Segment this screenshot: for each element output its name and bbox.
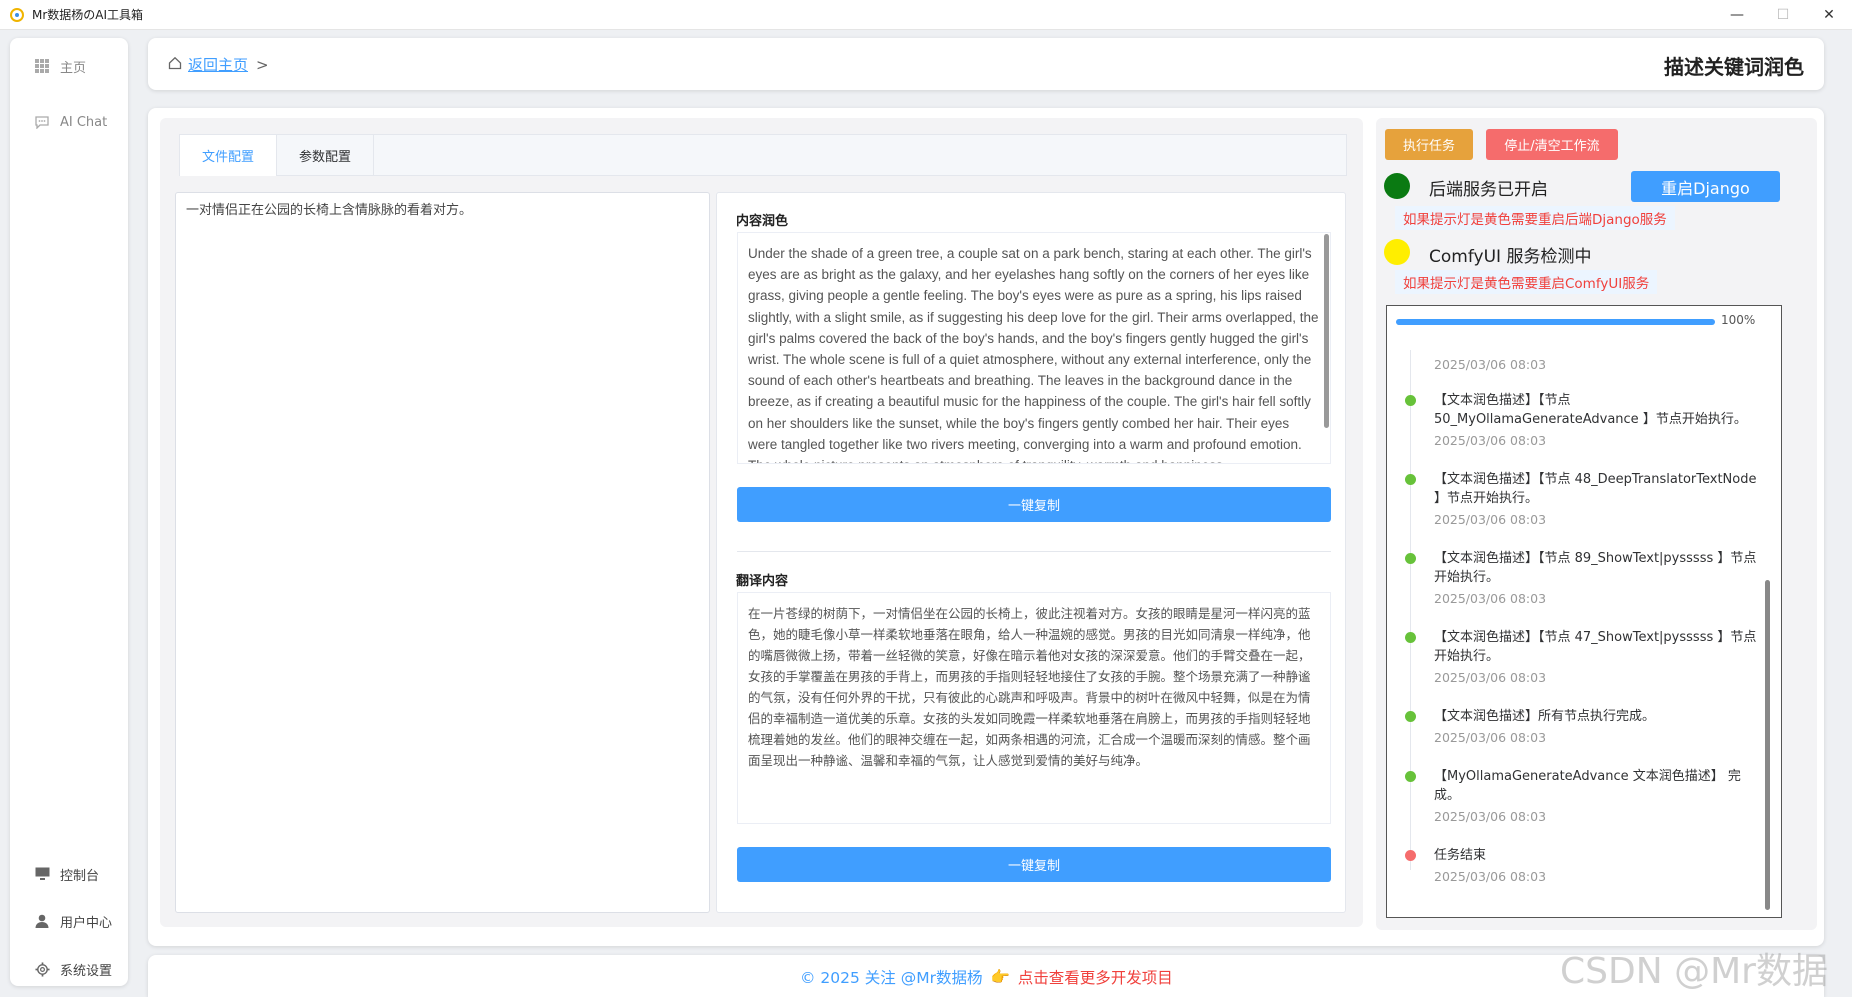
sidebar-item-ai-chat[interactable]: AI Chat [10,104,128,140]
maximize-button[interactable]: ☐ [1760,0,1806,30]
backend-hint: 如果提示灯是黄色需要重启后端Django服务 [1395,206,1675,230]
comfyui-status-text: ComfyUI 服务检测中 [1429,247,1592,267]
translated-text[interactable]: 在一片苍绿的树荫下，一对情侣坐在公园的长椅上，彼此注视着对方。女孩的眼睛是星河一… [737,592,1331,824]
chat-icon [34,114,50,130]
log-entry: 【文本润色描述】所有节点执行完成。 2025/03/06 08:03 [1405,707,1760,748]
log-message: 【文本润色描述】【节点 48_DeepTranslatorTextNode 】节… [1434,472,1757,506]
footer-copyright[interactable]: © 2025 关注 @Mr数据杨 [800,966,982,988]
translation-label: 翻译内容 [736,574,789,589]
sidebar-item-console[interactable]: 控制台 [10,856,128,892]
stop-clear-button[interactable]: 停止/清空工作流 [1486,129,1618,160]
close-button[interactable]: ✕ [1806,0,1852,30]
breadcrumb: 返回主页 > [168,54,269,75]
log-status-dot [1405,395,1416,406]
polish-label: 内容润色 [736,214,789,229]
log-time: 2025/03/06 08:03 [1434,433,1547,448]
sidebar-item-label: 主页 [60,60,87,76]
sidebar-item-label: 控制台 [60,868,100,884]
log-status-dot [1405,553,1416,564]
more-projects-link[interactable]: 点击查看更多开发项目 [1018,966,1173,988]
back-home-link[interactable]: 返回主页 [188,54,248,75]
copy-translation-button[interactable]: 一键复制 [737,847,1331,882]
log-entry: 2025/03/06 08:03 [1405,353,1760,375]
pointing-hand-icon: 👉 [990,968,1010,986]
backend-status-text: 后端服务已开启 [1429,180,1548,200]
log-message: 【MyOllamaGenerateAdvance 文本润色描述】 完成。 [1434,769,1741,803]
sidebar-item-user-center[interactable]: 用户中心 [10,903,128,939]
log-time: 2025/03/06 08:03 [1434,730,1547,745]
tab-param-config[interactable]: 参数配置 [277,135,374,176]
config-tabs: 文件配置 参数配置 [179,134,1347,176]
polished-text-scrollbar[interactable] [1324,234,1329,428]
window-titlebar: Mr数据杨のAI工具箱 [0,0,1852,30]
log-entry: 【MyOllamaGenerateAdvance 文本润色描述】 完成。 202… [1405,767,1760,827]
minimize-button[interactable]: — [1714,0,1760,30]
sidebar-item-label: 系统设置 [60,963,113,979]
header-bar: 返回主页 > 描述关键词润色 [148,38,1824,90]
restart-django-button[interactable]: 重启Django [1631,171,1780,202]
log-status-dot [1405,632,1416,643]
copy-polished-button[interactable]: 一键复制 [737,487,1331,522]
log-scrollbar[interactable] [1765,580,1770,910]
grid-icon [34,58,50,74]
log-entry: 任务结束 2025/03/06 08:03 [1405,846,1760,887]
log-time: 2025/03/06 08:03 [1434,670,1547,685]
watermark: CSDN @Mr数据杨 [1560,951,1828,992]
log-status-dot [1405,474,1416,485]
monitor-icon [34,866,50,882]
log-status-dot [1405,850,1416,861]
sidebar-item-settings[interactable]: 系统设置 [10,951,128,987]
log-message: 【文本润色描述】所有节点执行完成。 [1434,709,1656,724]
comfyui-status-light [1384,239,1410,265]
progress-label: 100% [1721,313,1756,327]
log-message: 【文本润色描述】【节点 89_ShowText|pysssss 】节点开始执行。 [1434,551,1757,585]
page-title: 描述关键词润色 [1664,55,1804,79]
user-icon [34,913,50,929]
log-entry: 【文本润色描述】【节点 48_DeepTranslatorTextNode 】节… [1405,470,1760,530]
footer-text: © 2025 关注 @Mr数据杨 👉 点击查看更多开发项目 [800,966,1173,988]
section-divider [737,551,1331,552]
sidebar: 主页 AI Chat 控制台 用户中心 系统设置 [10,38,128,986]
log-status-dot [1405,771,1416,782]
gear-icon [34,961,50,977]
progress-bar [1396,319,1715,325]
log-time: 2025/03/06 08:03 [1434,512,1547,527]
log-time: 2025/03/06 08:03 [1434,869,1547,884]
log-entry: 【文本润色描述】【节点 50_MyOllamaGenerateAdvance 】… [1405,391,1760,451]
progress-fill [1396,319,1715,325]
sidebar-item-label: 用户中心 [60,915,113,931]
log-time: 2025/03/06 08:03 [1434,809,1547,824]
log-time: 2025/03/06 08:03 [1434,357,1547,372]
log-entry: 【文本润色描述】【节点 47_ShowText|pysssss 】节点开始执行。… [1405,628,1760,688]
source-text-input[interactable]: 一对情侣正在公园的长椅上含情脉脉的看着对方。 [175,192,710,913]
comfyui-hint: 如果提示灯是黄色需要重启ComfyUI服务 [1395,270,1658,294]
backend-status-light [1384,173,1410,199]
log-message: 【文本润色描述】【节点 50_MyOllamaGenerateAdvance 】… [1434,393,1747,427]
log-message: 【文本润色描述】【节点 47_ShowText|pysssss 】节点开始执行。 [1434,630,1757,664]
window-title: Mr数据杨のAI工具箱 [32,8,144,22]
home-icon [168,56,182,74]
sidebar-item-label: AI Chat [60,114,108,130]
tab-file-config[interactable]: 文件配置 [180,135,277,176]
polished-text[interactable]: Under the shade of a green tree, a coupl… [737,232,1331,464]
log-time: 2025/03/06 08:03 [1434,591,1547,606]
sidebar-item-home[interactable]: 主页 [10,48,128,84]
log-entry: 【文本润色描述】【节点 89_ShowText|pysssss 】节点开始执行。… [1405,549,1760,609]
log-status-dot [1405,711,1416,722]
run-task-button[interactable]: 执行任务 [1385,129,1473,160]
breadcrumb-separator: > [256,55,269,74]
app-logo-icon [10,7,24,22]
log-message: 任务结束 [1434,848,1487,863]
